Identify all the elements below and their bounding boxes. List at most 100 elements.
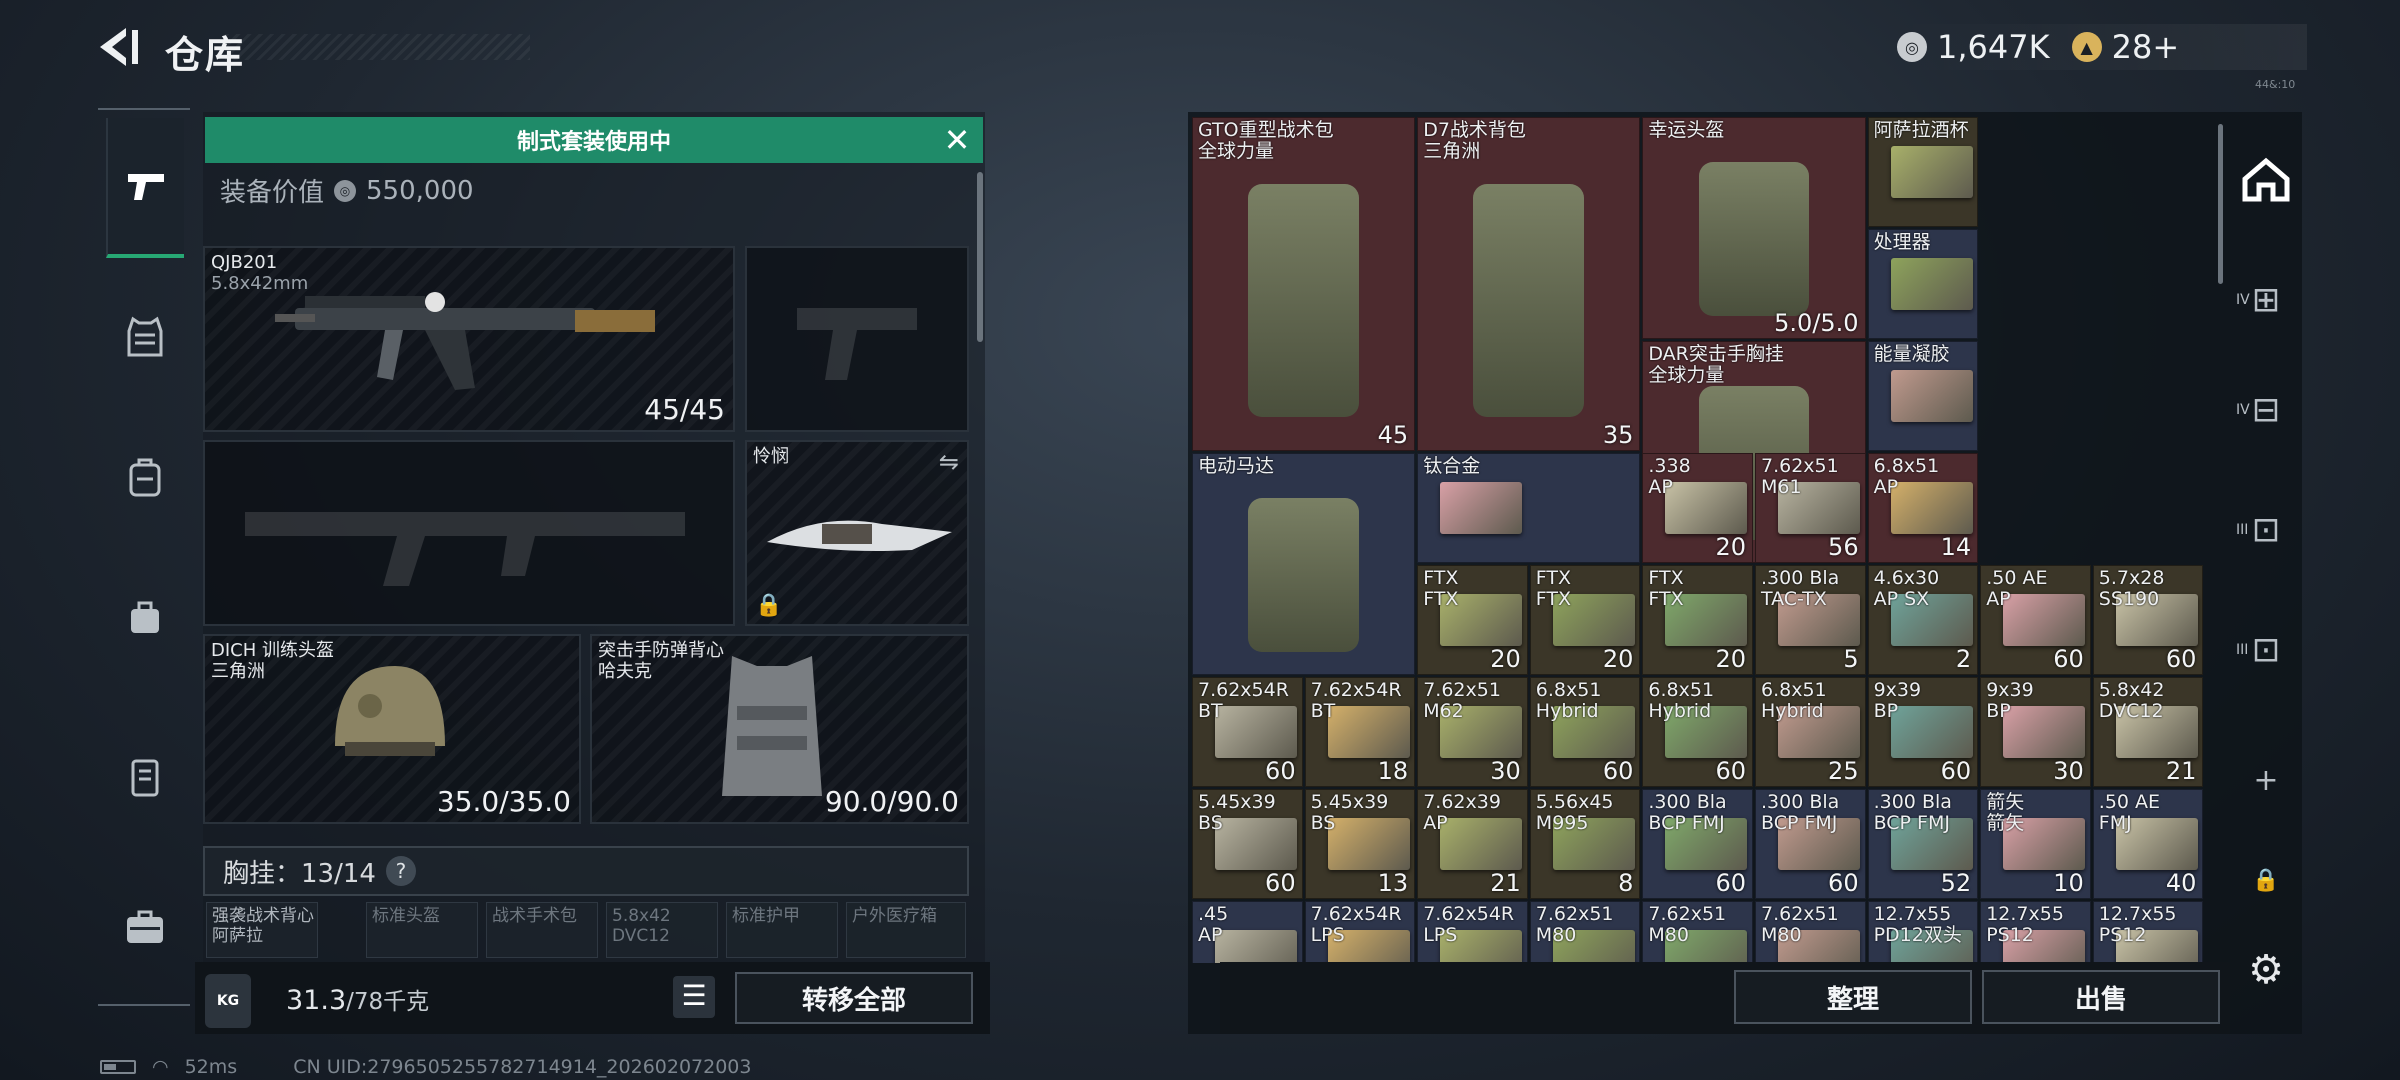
stash-item[interactable]: 7.62x54R LPS	[1304, 901, 1416, 963]
stash-tab-icon[interactable]: IV ⊟	[2236, 380, 2296, 440]
stash-item[interactable]: 12.7x55 PS12	[1980, 901, 2091, 963]
transfer-all-button[interactable]: 转移全部	[735, 972, 973, 1024]
item-name: 幸运头盔	[1648, 119, 1725, 141]
back-arrow-icon[interactable]	[92, 22, 142, 72]
stash-tab-icon[interactable]: III ⊡	[2236, 620, 2296, 680]
help-icon[interactable]: ?	[385, 856, 416, 886]
item-name: 5.8x42 DVC12	[2098, 679, 2165, 722]
sell-button[interactable]: 出售	[1982, 970, 2220, 1024]
item-image	[1890, 146, 1973, 198]
stash-item[interactable]: 6.8x51 AP 14	[1867, 453, 1979, 563]
pistol-silhouette-icon	[797, 308, 917, 380]
stash-item[interactable]: 5.45x39 BS 13	[1304, 789, 1416, 899]
stash-item[interactable]: .300 Bla TAC-TX 5	[1755, 565, 1866, 675]
stash-item[interactable]: .300 Bla BCP FMJ 60	[1642, 789, 1753, 899]
melee-slot[interactable]: 怜悯 ⇋ 🔒	[745, 440, 969, 626]
stash-item[interactable]: .45 AP	[1192, 901, 1303, 963]
stash-item[interactable]: .300 Bla BCP FMJ 52	[1867, 789, 1979, 899]
item-name: 能量凝胶	[1873, 343, 1950, 365]
stash-item[interactable]: 12.7x55 PD12双头	[1867, 901, 1979, 963]
stash-item[interactable]: .50 AE FMJ 40	[2092, 789, 2204, 899]
stash-item[interactable]: 9x39 BP 60	[1867, 677, 1979, 787]
stash-item[interactable]: 5.8x42 DVC12 21	[2092, 677, 2204, 787]
item-image	[1698, 162, 1810, 316]
stash-item[interactable]: 幸运头盔 5.0/5.0	[1642, 117, 1866, 339]
nav-weapons-icon[interactable]	[106, 118, 184, 258]
container-tab[interactable]: 5.8x42 DVC12	[606, 902, 718, 958]
stash-item[interactable]: 箭矢 箭矢 10	[1980, 789, 2091, 899]
stash-item[interactable]: 能量凝胶	[1867, 341, 1979, 451]
item-name: 7.62x51 M61	[1761, 455, 1839, 498]
stash-item[interactable]: 9x39 BP 30	[1980, 677, 2091, 787]
secondary-weapon-slot[interactable]	[203, 440, 735, 626]
armor-slot[interactable]: 突击手防弹背心 哈夫克 90.0/90.0	[590, 634, 969, 824]
item-name: 5.7x28 SS190	[2098, 567, 2165, 610]
stash-item[interactable]: 4.6x30 AP SX 2	[1867, 565, 1979, 675]
stash-item[interactable]: GTO重型战术包 全球力量 45	[1192, 117, 1416, 451]
item-quantity: 5	[1843, 645, 1859, 673]
stash-item[interactable]: 7.62x51 M80	[1642, 901, 1753, 963]
stash-item[interactable]: 6.8x51 Hybrid 25	[1755, 677, 1866, 787]
nav-backpack-icon[interactable]	[106, 438, 184, 516]
ticket-amount[interactable]: 28+	[2112, 28, 2180, 66]
container-tab[interactable]: 战术手术包	[486, 902, 598, 958]
nav-bag-icon[interactable]	[106, 578, 184, 656]
primary-weapon-slot[interactable]: QJB201 5.8x42mm 45/45	[203, 246, 735, 432]
sort-button[interactable]: 整理	[1734, 970, 1972, 1024]
container-tab[interactable]: 强袭战术背心 阿萨拉	[206, 902, 318, 958]
stash-item[interactable]: 7.62x51 M61 56	[1755, 453, 1866, 563]
stash-item[interactable]: 钛合金	[1417, 453, 1641, 563]
stash-item[interactable]: 7.62x54R BT 18	[1304, 677, 1416, 787]
nav-divider	[98, 1004, 190, 1006]
add-tab-icon[interactable]: +	[2236, 750, 2296, 810]
item-name: FTX FTX	[1648, 567, 1684, 610]
stash-item[interactable]: 7.62x54R BT 60	[1192, 677, 1303, 787]
pistol-slot[interactable]	[745, 246, 969, 432]
stash-item[interactable]: 6.8x51 Hybrid 60	[1642, 677, 1753, 787]
scrollbar[interactable]	[977, 172, 983, 342]
stash-tab-icon[interactable]: IV ⊞	[2236, 270, 2296, 330]
close-icon[interactable]: ✕	[940, 124, 974, 158]
nav-case-icon[interactable]	[106, 738, 184, 816]
stash-item[interactable]: FTX FTX 20	[1642, 565, 1753, 675]
container-tab[interactable]: 户外医疗箱	[846, 902, 966, 958]
stash-home-icon[interactable]	[2236, 150, 2296, 210]
container-tab[interactable]: 标准护甲	[726, 902, 838, 958]
stash-item[interactable]: 7.62x51 M80	[1755, 901, 1866, 963]
list-icon[interactable]: ☰	[673, 976, 715, 1018]
stash-item[interactable]: 6.8x51 Hybrid 60	[1529, 677, 1641, 787]
rifle-image	[275, 292, 655, 390]
stash-item[interactable]: .300 Bla BCP FMJ 60	[1755, 789, 1866, 899]
stash-item[interactable]: FTX FTX 20	[1417, 565, 1528, 675]
stash-item[interactable]: 7.62x51 M62 30	[1417, 677, 1528, 787]
stash-item[interactable]: 7.62x39 AP 21	[1417, 789, 1528, 899]
tab-level: III	[2236, 522, 2249, 538]
stash-item[interactable]: 7.62x54R LPS	[1417, 901, 1528, 963]
stash-tab-icon[interactable]: III ⊡	[2236, 500, 2296, 560]
helmet-image	[335, 666, 445, 756]
stash-item[interactable]: .338 AP 20	[1642, 453, 1753, 563]
stash-item[interactable]: D7战术背包 三角洲 35	[1417, 117, 1641, 451]
item-name: GTO重型战术包 全球力量	[1198, 119, 1334, 162]
container-tab[interactable]: 标准头盔	[366, 902, 478, 958]
stash-item[interactable]: 12.7x55 PS12	[2092, 901, 2204, 963]
stash-item[interactable]: 5.45x39 BS 60	[1192, 789, 1303, 899]
stash-item[interactable]: 7.62x51 M80	[1529, 901, 1641, 963]
helmet-slot[interactable]: DICH 训练头盔 三角洲 35.0/35.0	[203, 634, 581, 824]
stash-item[interactable]: 电动马达	[1192, 453, 1416, 675]
nav-vest-icon[interactable]	[106, 298, 184, 376]
stash-item[interactable]: 处理器	[1867, 229, 1979, 339]
stash-item[interactable]: FTX FTX 20	[1529, 565, 1641, 675]
item-name: .300 Bla TAC-TX	[1761, 567, 1840, 610]
item-name: 7.62x51 M62	[1423, 679, 1501, 722]
settings-gear-icon[interactable]: ⚙	[2236, 940, 2296, 1000]
stash-item[interactable]: 阿萨拉酒杯	[1867, 117, 1979, 227]
stash-item[interactable]: .50 AE AP 60	[1980, 565, 2091, 675]
chest-rig-label: 胸挂：13/14	[223, 858, 376, 889]
stash-item[interactable]: 5.7x28 SS190 60	[2092, 565, 2204, 675]
nav-medkit-icon[interactable]	[106, 888, 184, 966]
stash-item[interactable]: 5.56x45 M995 8	[1529, 789, 1641, 899]
item-name: 箭矢 箭矢	[1986, 791, 2025, 834]
item-quantity: 13	[1377, 869, 1409, 897]
swap-icon[interactable]: ⇋	[939, 448, 959, 476]
